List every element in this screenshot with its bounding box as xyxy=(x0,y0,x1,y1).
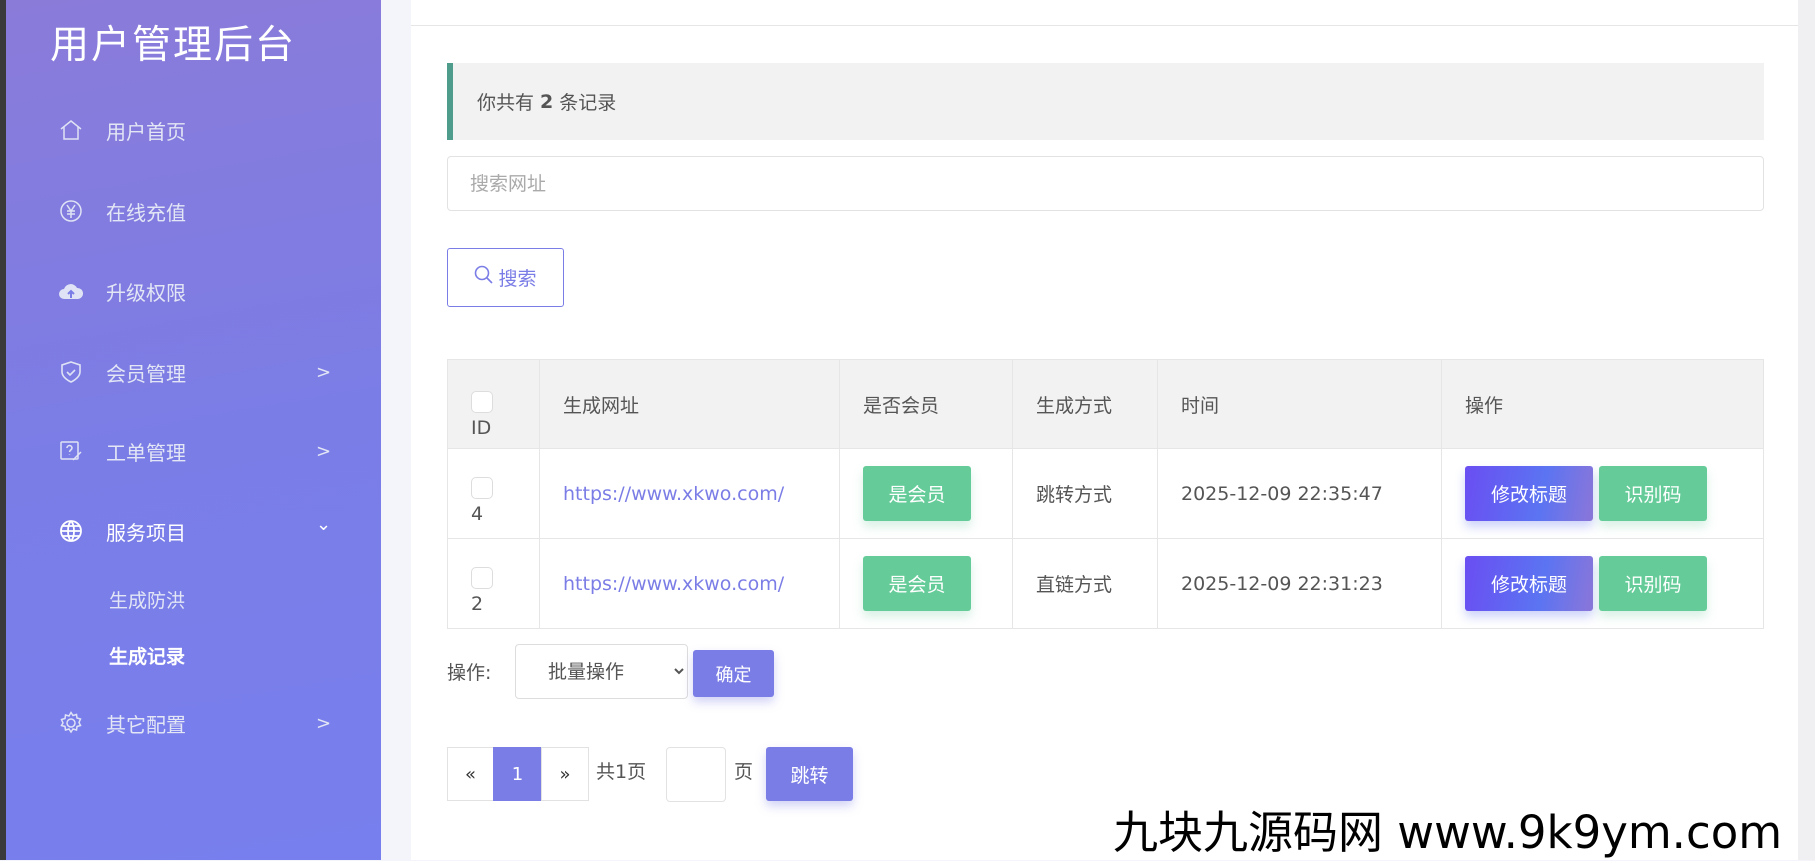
notice-prefix: 你共有 xyxy=(477,92,535,114)
ticket-icon xyxy=(58,438,84,464)
home-icon xyxy=(58,117,84,143)
member-badge[interactable]: 是会员 xyxy=(863,556,971,611)
app-title: 用户管理后台 xyxy=(50,23,297,68)
sidebar-item-label: 用户首页 xyxy=(106,119,186,144)
search-input[interactable] xyxy=(447,156,1764,211)
sidebar-item-tickets[interactable]: 工单管理 > xyxy=(6,426,381,476)
time-cell: 2025-12-09 22:35:47 xyxy=(1157,448,1442,539)
chevron-right-icon: > xyxy=(316,361,332,383)
yen-icon xyxy=(58,198,84,224)
records-table: ID 生成网址 是否会员 生成方式 时间 操作 4 https://www.xk… xyxy=(447,359,1764,629)
sidebar-item-upgrade[interactable]: 升级权限 xyxy=(6,266,381,316)
edit-title-button[interactable]: 修改标题 xyxy=(1465,466,1593,521)
search-button[interactable]: 搜索 xyxy=(447,248,564,307)
header-url: 生成网址 xyxy=(539,359,840,449)
gear-icon xyxy=(58,710,84,736)
sidebar-item-label: 升级权限 xyxy=(106,280,186,305)
sidebar-item-settings[interactable]: 其它配置 > xyxy=(6,698,381,748)
sidebar-item-recharge[interactable]: 在线充值 xyxy=(6,186,381,236)
globe-icon xyxy=(58,518,84,544)
member-badge[interactable]: 是会员 xyxy=(863,466,971,521)
sidebar-item-label: 其它配置 xyxy=(106,712,186,737)
row-checkbox[interactable] xyxy=(471,566,493,589)
confirm-button[interactable]: 确定 xyxy=(693,650,774,697)
search-icon xyxy=(474,265,494,290)
url-link[interactable]: https://www.xkwo.com/ xyxy=(563,483,784,505)
sidebar-subitem-records[interactable]: 生成记录 xyxy=(109,642,185,669)
prev-page-button[interactable]: « xyxy=(447,747,494,801)
url-link[interactable]: https://www.xkwo.com/ xyxy=(563,573,784,595)
sidebar-item-label: 服务项目 xyxy=(106,520,186,545)
header-id: ID xyxy=(471,417,492,439)
scrollbar-track[interactable] xyxy=(1798,0,1815,860)
bulk-action-label: 操作: xyxy=(447,662,492,684)
time-cell: 2025-12-09 22:31:23 xyxy=(1157,538,1442,629)
sidebar-item-services[interactable]: 服务项目 ⌄ xyxy=(6,506,381,556)
page-number-input[interactable] xyxy=(666,747,726,802)
bulk-action-select[interactable]: 批量操作 xyxy=(515,644,688,699)
qr-code-button[interactable]: 识别码 xyxy=(1599,466,1708,521)
header-method: 生成方式 xyxy=(1012,359,1158,449)
sidebar-item-home[interactable]: 用户首页 xyxy=(6,105,381,155)
method-cell: 跳转方式 xyxy=(1012,448,1158,539)
sidebar: 用户管理后台 用户首页 在线充值 升级权限 会员管理 > 工单管理 > 服务项目… xyxy=(6,0,381,860)
record-count: 2 xyxy=(540,90,554,113)
jump-button[interactable]: 跳转 xyxy=(766,747,853,801)
cloud-upload-icon xyxy=(58,278,84,304)
row-id: 2 xyxy=(471,592,484,615)
edit-title-button[interactable]: 修改标题 xyxy=(1465,556,1593,611)
page-1-button[interactable]: 1 xyxy=(493,747,542,801)
chevron-right-icon: > xyxy=(316,712,332,734)
table-row: 2 https://www.xkwo.com/ 是会员 直链方式 2025-12… xyxy=(447,538,1764,629)
sidebar-item-members[interactable]: 会员管理 > xyxy=(6,347,381,397)
notice-suffix: 条记录 xyxy=(559,92,617,114)
gutter xyxy=(381,0,411,860)
sidebar-item-label: 工单管理 xyxy=(106,440,186,465)
chevron-right-icon: > xyxy=(316,440,332,462)
watermark: 九块九源码网 www.9k9ym.com xyxy=(1113,806,1783,859)
header-actions: 操作 xyxy=(1441,359,1764,449)
select-all-checkbox[interactable] xyxy=(471,391,493,413)
table-header: ID 生成网址 是否会员 生成方式 时间 操作 xyxy=(447,359,1764,449)
next-page-button[interactable]: » xyxy=(541,747,589,801)
sidebar-item-label: 会员管理 xyxy=(106,361,186,386)
search-button-label: 搜索 xyxy=(498,268,537,290)
top-header xyxy=(411,0,1798,26)
row-checkbox[interactable] xyxy=(471,476,493,499)
row-id: 4 xyxy=(471,502,484,525)
sidebar-subitem-generate[interactable]: 生成防洪 xyxy=(109,586,185,613)
total-pages: 共1页 xyxy=(596,761,647,783)
shield-icon xyxy=(58,359,84,385)
record-count-notice: 你共有 2 条记录 xyxy=(447,63,1764,140)
method-cell: 直链方式 xyxy=(1012,538,1158,629)
sidebar-item-label: 在线充值 xyxy=(106,200,186,225)
table-row: 4 https://www.xkwo.com/ 是会员 跳转方式 2025-12… xyxy=(447,448,1764,539)
header-time: 时间 xyxy=(1157,359,1442,449)
chevron-down-icon: ⌄ xyxy=(316,514,332,535)
page-unit-label: 页 xyxy=(734,761,754,783)
header-member: 是否会员 xyxy=(839,359,1013,449)
qr-code-button[interactable]: 识别码 xyxy=(1599,556,1708,611)
